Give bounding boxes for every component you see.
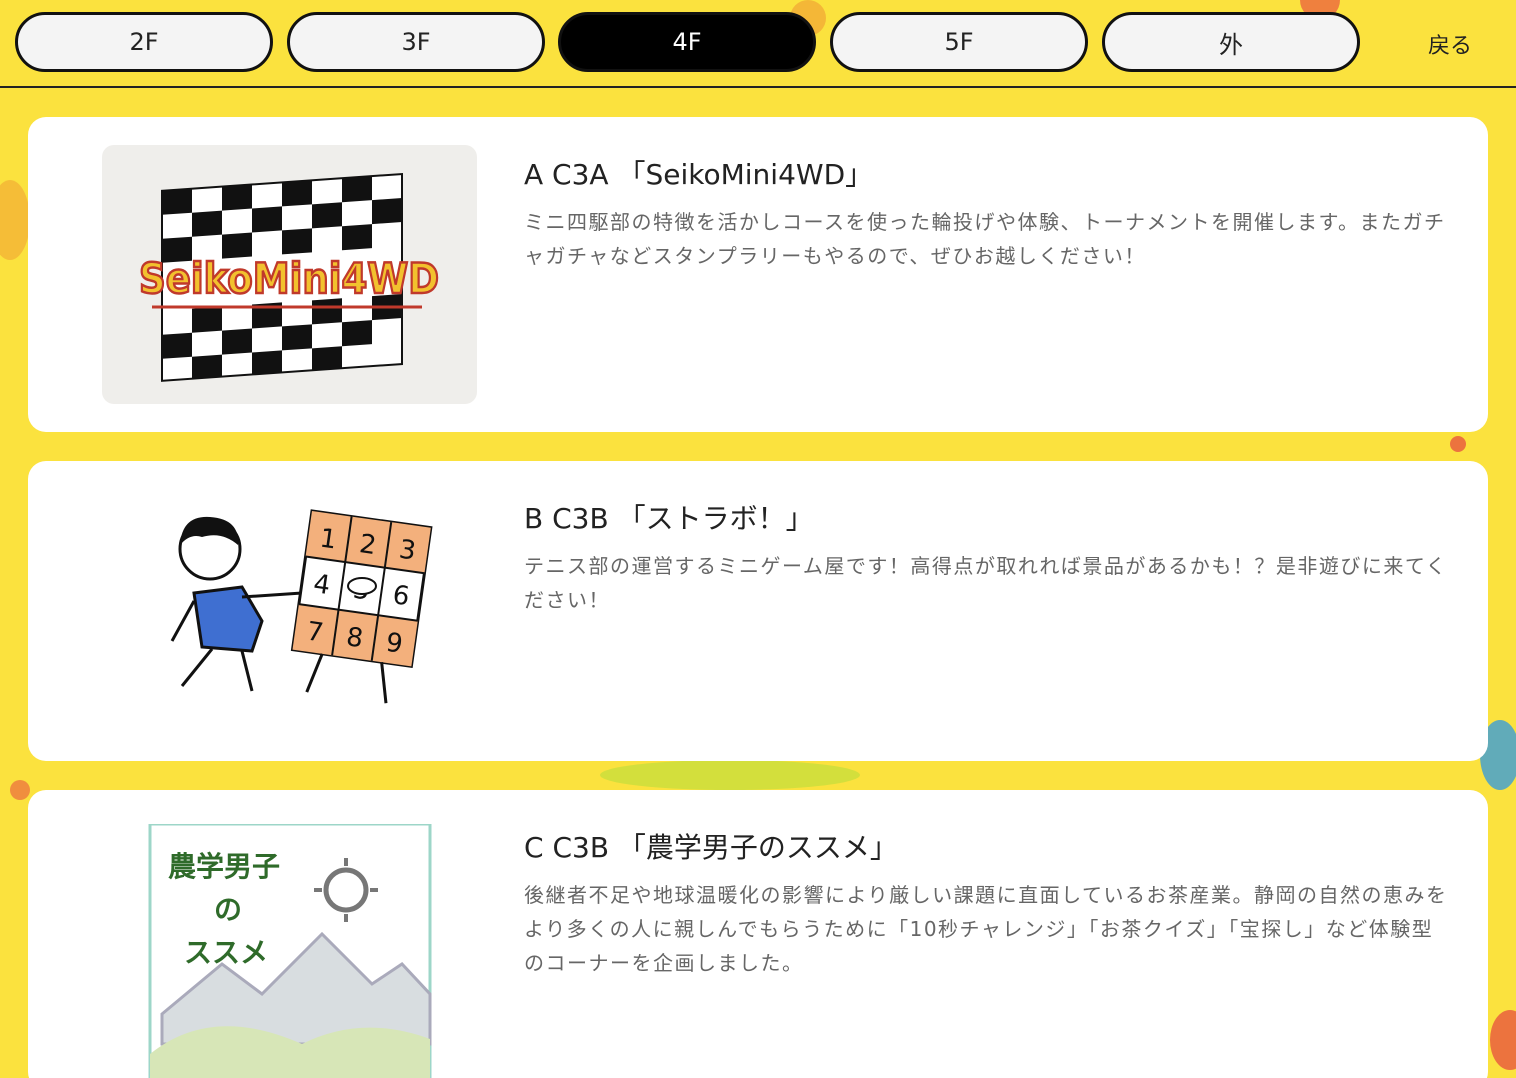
background-splash: [10, 780, 30, 800]
exhibit-title: A C3A 「SeikoMini4WD」: [524, 158, 874, 191]
exhibit-description: ミニ四駆部の特徴を活かしコースを使った輪投げや体験、トーナメントを開催します。ま…: [524, 210, 1446, 268]
background-splash: [0, 180, 30, 260]
exhibit-description: テニス部の運営するミニゲーム屋です！高得点が取れれば景品があるかも！？是非遊びに…: [524, 554, 1448, 612]
back-button[interactable]: 戻る: [1400, 24, 1500, 64]
exhibit-title: B C3B 「ストラボ！」: [524, 502, 814, 535]
floor-tab-4f[interactable]: 4F: [558, 12, 816, 72]
exhibit-card[interactable]: 農学男子 の ススメ C C3B 「農学男子のススメ」 後継者不足や地球温暖化の…: [28, 790, 1488, 1078]
background-splash: [1490, 1010, 1516, 1070]
floor-nav-bar: 2F 3F 4F 5F 外 戻る: [0, 0, 1516, 88]
mini4wd-logo-text: SeikoMini4WD: [139, 254, 439, 303]
background-splash: [600, 760, 860, 790]
exhibit-description: 後継者不足や地球温暖化の影響により厳しい課題に直面しているお茶産業。静岡の自然の…: [524, 883, 1448, 975]
exhibit-image-mini4wd: SeikoMini4WD: [102, 145, 477, 404]
exhibit-card[interactable]: 1 2 3 4 5 6 7 8 9 B C3B 「ストラボ！」 テニス部の運営す…: [28, 461, 1488, 761]
exhibit-card[interactable]: SeikoMini4WD A C3A 「SeikoMini4WD」 ミニ四駆部の…: [28, 117, 1488, 432]
floor-tab-5f[interactable]: 5F: [830, 12, 1088, 72]
floor-tab-3f[interactable]: 3F: [287, 12, 545, 72]
exhibit-image-agri-boys: 農学男子 の ススメ: [102, 822, 462, 1078]
agri-boys-image-text: の: [214, 893, 242, 926]
exhibit-title: C C3B 「農学男子のススメ」: [524, 831, 898, 864]
background-splash: [1450, 436, 1466, 452]
floor-tab-outside[interactable]: 外: [1102, 12, 1360, 72]
agri-boys-image-text: ススメ: [184, 936, 268, 969]
floor-tab-2f[interactable]: 2F: [15, 12, 273, 72]
agri-boys-image-text: 農学男子: [168, 850, 280, 883]
exhibit-image-strike-out: 1 2 3 4 5 6 7 8 9: [102, 501, 462, 721]
